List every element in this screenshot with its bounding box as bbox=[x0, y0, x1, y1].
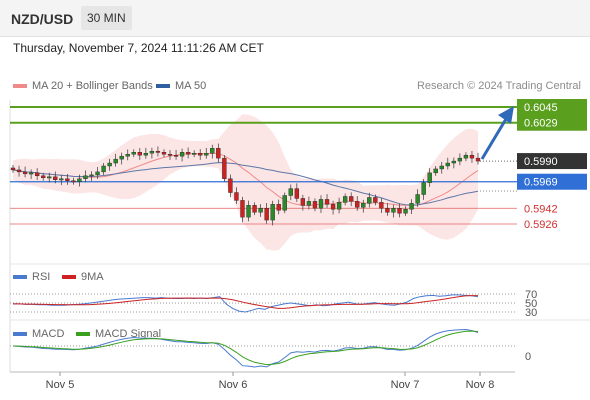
candle-body bbox=[385, 208, 390, 213]
candle-body bbox=[445, 162, 450, 167]
support-price-label: 0.5942 bbox=[524, 203, 558, 215]
candle-body bbox=[276, 204, 281, 211]
candle-body bbox=[161, 152, 167, 155]
candle-body bbox=[137, 152, 142, 156]
candle-body bbox=[107, 162, 112, 167]
candle-body bbox=[234, 192, 239, 201]
candle-body bbox=[155, 151, 161, 153]
candle-body bbox=[198, 153, 203, 156]
candle-body bbox=[47, 176, 52, 179]
candle-body bbox=[252, 205, 257, 213]
candle-body bbox=[433, 168, 438, 174]
candle-body bbox=[288, 188, 293, 196]
candle-body bbox=[71, 180, 76, 183]
candle-body bbox=[210, 148, 215, 154]
candle-body bbox=[119, 155, 124, 160]
candle-body bbox=[77, 178, 82, 182]
time-axis-label: Nov 5 bbox=[46, 379, 75, 391]
candle-body bbox=[457, 157, 463, 162]
macd-line bbox=[12, 328, 479, 368]
candle-body bbox=[143, 153, 149, 156]
candle-body bbox=[173, 154, 179, 157]
candle-body bbox=[330, 204, 336, 210]
candle-body bbox=[65, 178, 70, 181]
candle-body bbox=[469, 154, 475, 159]
candle-body bbox=[403, 209, 408, 214]
candle-body bbox=[451, 160, 457, 164]
candle-body bbox=[258, 208, 263, 213]
candle-body bbox=[439, 165, 444, 170]
candle-body bbox=[41, 175, 46, 178]
candle-body bbox=[149, 151, 155, 154]
candle-body bbox=[179, 152, 185, 157]
time-axis-label: Nov 6 bbox=[219, 379, 248, 391]
candle-body bbox=[216, 148, 221, 159]
time-axis-label: Nov 8 bbox=[466, 379, 495, 391]
candle-body bbox=[125, 153, 130, 157]
rsi-ma-line bbox=[13, 295, 478, 309]
candle-body bbox=[306, 201, 312, 206]
candle-body bbox=[324, 199, 330, 205]
candle-body bbox=[83, 175, 88, 179]
candle-body bbox=[240, 200, 245, 218]
candle-body bbox=[28, 172, 34, 175]
candle-body bbox=[89, 174, 94, 177]
candle-body bbox=[185, 152, 191, 155]
candle-body bbox=[349, 196, 354, 202]
candle-body bbox=[336, 202, 342, 210]
candle-body bbox=[16, 169, 22, 173]
candle-body bbox=[34, 172, 40, 177]
candle-body bbox=[415, 194, 420, 204]
candle-body bbox=[282, 195, 287, 211]
macd-signal-line bbox=[12, 330, 479, 366]
candle-body bbox=[10, 167, 16, 171]
candle-body bbox=[59, 178, 64, 181]
pivot-price-label: 0.5969 bbox=[524, 177, 558, 189]
candle-body bbox=[113, 158, 118, 164]
candle-body bbox=[204, 153, 209, 156]
price-chart: 0.60450.60290.59900.59690.59420.59267050… bbox=[9, 99, 590, 391]
candle-body bbox=[361, 203, 366, 208]
candle-body bbox=[131, 152, 136, 155]
candle-body bbox=[391, 208, 396, 213]
candle-body bbox=[95, 171, 100, 176]
candle-body bbox=[101, 165, 106, 173]
time-axis-label: Nov 7 bbox=[391, 379, 420, 391]
forecast-arrow bbox=[480, 118, 508, 160]
candle-body bbox=[300, 198, 306, 206]
candle-body bbox=[318, 199, 324, 209]
target-price-label: 0.6045 bbox=[524, 102, 558, 114]
support-price-label: 0.5926 bbox=[524, 219, 558, 231]
candle-body bbox=[167, 153, 173, 156]
candle-body bbox=[427, 172, 432, 183]
candle-body bbox=[294, 188, 299, 199]
candle-body bbox=[264, 208, 269, 221]
candle-body bbox=[246, 205, 251, 218]
candle-body bbox=[312, 201, 318, 209]
candle-body bbox=[379, 202, 384, 209]
bollinger-band bbox=[13, 114, 478, 251]
candle-body bbox=[355, 201, 360, 208]
candle-body bbox=[463, 154, 469, 159]
candle-body bbox=[409, 203, 414, 210]
candle-body bbox=[270, 204, 275, 221]
candle-body bbox=[192, 153, 197, 155]
macd-zero-label: 0 bbox=[525, 351, 531, 363]
candle-body bbox=[222, 157, 227, 179]
candle-body bbox=[421, 182, 426, 195]
candle-body bbox=[342, 196, 348, 203]
current-price-label: 0.5990 bbox=[524, 156, 558, 168]
candle-body bbox=[22, 171, 28, 175]
candle-body bbox=[373, 197, 378, 203]
candle-body bbox=[367, 197, 372, 204]
candle-body bbox=[475, 157, 481, 162]
target-price-label: 0.6029 bbox=[524, 118, 558, 130]
rsi-tick-label: 30 bbox=[525, 307, 537, 319]
candle-body bbox=[53, 176, 58, 180]
candle-body bbox=[228, 178, 233, 193]
candle-body bbox=[397, 208, 402, 214]
